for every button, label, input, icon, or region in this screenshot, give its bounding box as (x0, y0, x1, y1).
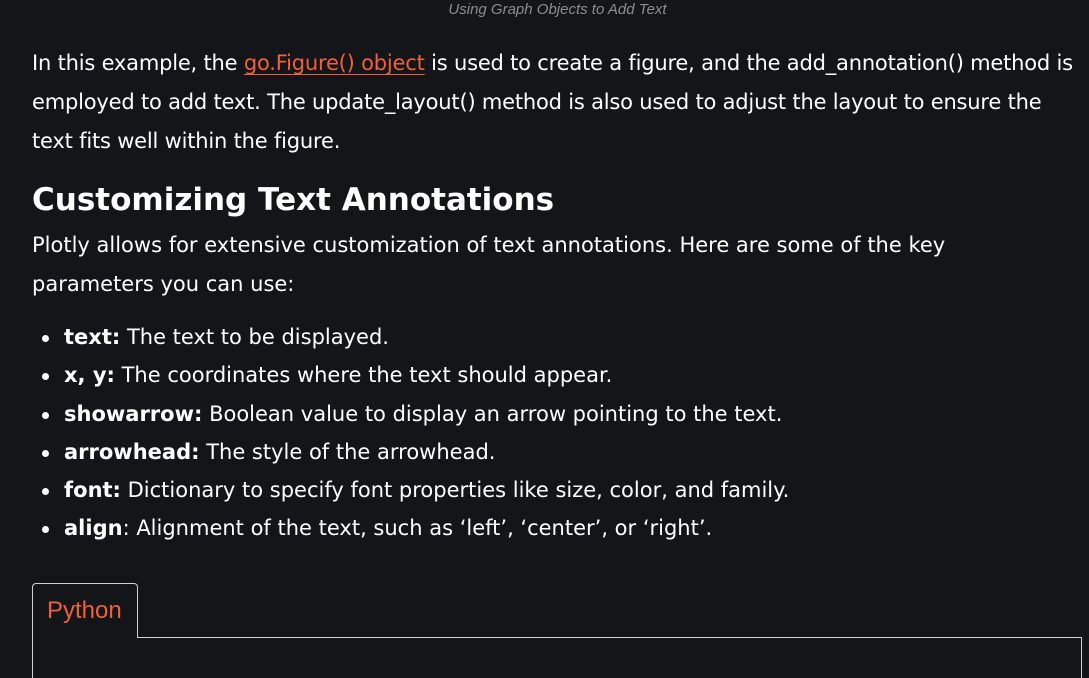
list-item: font: Dictionary to specify font propert… (41, 471, 790, 509)
list-item: x, y: The coordinates where the text sho… (41, 356, 789, 394)
param-term: font: (64, 478, 121, 503)
param-desc: Dictionary to specify font properties li… (120, 478, 790, 503)
section-description: Plotly allows for extensive customizatio… (32, 233, 946, 296)
param-desc: The coordinates where the text should ap… (114, 363, 613, 388)
section-heading: Customizing Text Annotations (32, 182, 555, 218)
param-desc: The style of the arrowhead. (199, 439, 496, 464)
param-term: arrowhead: (64, 439, 200, 464)
list-item: align: Alignment of the text, such as ‘l… (41, 509, 789, 547)
list-item: arrowhead: The style of the arrowhead. (41, 433, 789, 471)
code-block (32, 637, 1082, 678)
param-desc: The text to be displayed. (120, 325, 389, 349)
parameter-list: text: The text to be displayed. x, y: Th… (32, 318, 789, 548)
param-desc: Boolean value to display an arrow pointi… (202, 401, 783, 426)
param-term: showarrow: (64, 401, 203, 426)
tab-python-label: Python (47, 597, 122, 624)
go-figure-link[interactable]: go.Figure() object (244, 51, 425, 75)
param-term: align (64, 516, 123, 541)
article-content: In this example, the go.Figure() object … (32, 44, 1084, 540)
intro-paragraph: In this example, the go.Figure() object … (32, 44, 1084, 161)
list-item: showarrow: Boolean value to display an a… (41, 395, 789, 433)
list-item: text: The text to be displayed. (41, 318, 789, 356)
param-term: text: (64, 325, 121, 349)
image-caption: Using Graph Objects to Add Text (448, 1, 667, 18)
tab-python[interactable]: Python (32, 583, 138, 638)
intro-text-before: In this example, the (32, 51, 244, 75)
param-term: x, y: (64, 363, 115, 388)
param-desc: : Alignment of the text, such as ‘left’,… (122, 516, 713, 541)
